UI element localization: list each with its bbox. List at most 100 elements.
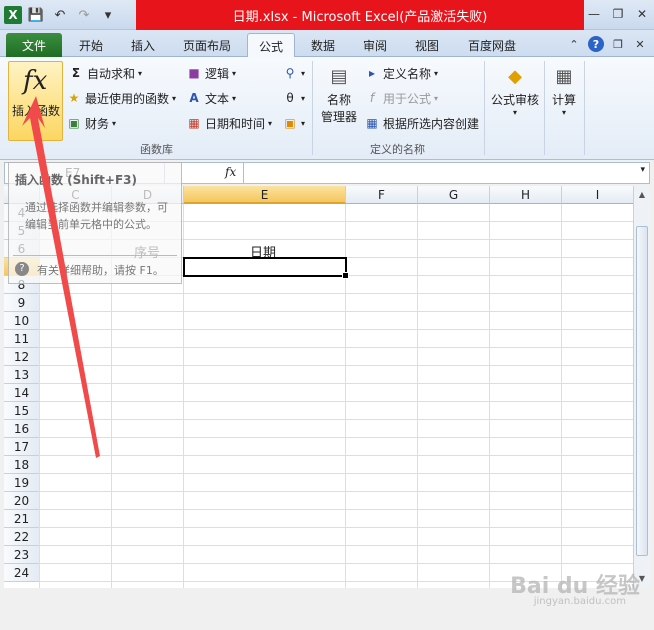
grid-row-line: [40, 437, 634, 438]
grid-row-line: [40, 509, 634, 510]
fx-icon: fx: [23, 66, 48, 96]
tab-data[interactable]: 数据: [300, 33, 346, 57]
calculation-button[interactable]: ▦ 计算 ▾: [548, 61, 580, 118]
row-header-20[interactable]: 20: [4, 492, 40, 510]
text-icon: A: [189, 91, 199, 105]
row-header-24[interactable]: 24: [4, 564, 40, 582]
logical-label: 逻辑: [205, 66, 230, 81]
row-header-9[interactable]: 9: [4, 294, 40, 312]
more-functions-button[interactable]: ▣ ▾: [282, 113, 305, 133]
grid-row-line: [40, 455, 634, 456]
expand-formula-icon[interactable]: ▾: [640, 165, 645, 175]
row-header-23[interactable]: 23: [4, 546, 40, 564]
insert-function-label: 插入函数: [12, 104, 61, 118]
row-header-19[interactable]: 19: [4, 474, 40, 492]
row-header-15[interactable]: 15: [4, 402, 40, 420]
text-button[interactable]: A 文本 ▾: [186, 88, 236, 108]
active-cell-e7[interactable]: [183, 257, 349, 279]
tag-icon: ▸: [368, 66, 376, 80]
logical-icon: ■: [188, 66, 200, 80]
ribbon-tabs: 文件 开始 插入 页面布局 公式 数据 审阅 视图 百度网盘 ⌃ ? ❐ ✕: [0, 30, 654, 58]
defined-names-group-label: 定义的名称: [370, 143, 425, 156]
create-from-selection-button[interactable]: ▦ 根据所选内容创建: [364, 113, 479, 133]
window-controls: — ❐ ✕: [586, 6, 650, 22]
close-workbook-icon[interactable]: ✕: [632, 36, 648, 52]
quick-access-toolbar: X 💾 ↶ ↷ ▾: [4, 5, 118, 25]
autosum-button[interactable]: Σ 自动求和 ▾: [68, 63, 142, 83]
tab-view[interactable]: 视图: [404, 33, 450, 57]
tab-formulas[interactable]: 公式: [247, 33, 295, 58]
row-header-17[interactable]: 17: [4, 438, 40, 456]
excel-logo-icon[interactable]: X: [4, 6, 22, 24]
grid-row-line: [40, 365, 634, 366]
column-header-f[interactable]: F: [346, 186, 418, 204]
group-separator: [584, 61, 585, 155]
grid-row-line: [40, 527, 634, 528]
row-header-10[interactable]: 10: [4, 312, 40, 330]
date-time-label: 日期和时间: [205, 116, 266, 131]
tab-home[interactable]: 开始: [66, 33, 116, 57]
logical-button[interactable]: ■ 逻辑 ▾: [186, 63, 236, 83]
row-header-13[interactable]: 13: [4, 366, 40, 384]
vertical-scrollbar[interactable]: ▲ ▼: [633, 186, 650, 588]
ribbon-controls: ⌃ ? ❐ ✕: [566, 36, 648, 52]
grid-row-line: [40, 545, 634, 546]
define-name-button[interactable]: ▸ 定义名称 ▾: [364, 63, 438, 83]
column-header-g[interactable]: G: [418, 186, 490, 204]
redo-icon[interactable]: ↷: [74, 5, 94, 25]
minimize-icon[interactable]: —: [586, 6, 602, 22]
tab-baidu-netdisk[interactable]: 百度网盘: [456, 33, 528, 57]
grid-row-line: [40, 491, 634, 492]
grid-row-line: [40, 293, 634, 294]
row-header-18[interactable]: 18: [4, 456, 40, 474]
column-header-e[interactable]: E: [184, 186, 346, 204]
scroll-up-icon[interactable]: ▲: [636, 188, 648, 202]
formula-auditing-button[interactable]: ◆ 公式审核 ▾: [488, 61, 542, 118]
restore-workbook-icon[interactable]: ❐: [610, 36, 626, 52]
math-trig-button[interactable]: θ ▾: [282, 88, 305, 108]
star-icon: ★: [68, 91, 80, 105]
grid-row-line: [40, 401, 634, 402]
theta-icon: θ: [286, 91, 294, 105]
customize-qat-icon[interactable]: ▾: [98, 5, 118, 25]
row-header-12[interactable]: 12: [4, 348, 40, 366]
ribbon-panel: fx 插入函数 Σ 自动求和 ▾ ★ 最近使用的函数 ▾ ▣ 财务 ▾ ■ 逻辑 ▾ A…: [0, 57, 654, 160]
tab-page-layout[interactable]: 页面布局: [172, 33, 242, 57]
row-header-14[interactable]: 14: [4, 384, 40, 402]
save-icon[interactable]: 💾: [26, 5, 46, 25]
row-header-22[interactable]: 22: [4, 528, 40, 546]
financial-label: 财务: [85, 116, 110, 131]
use-in-formula-button[interactable]: f 用于公式 ▾: [364, 88, 438, 108]
collapse-ribbon-icon[interactable]: ⌃: [566, 36, 582, 52]
use-in-formula-icon: f: [369, 91, 375, 105]
scroll-thumb[interactable]: [636, 226, 648, 556]
calendar-icon: ▦: [188, 116, 200, 130]
tab-insert[interactable]: 插入: [120, 33, 166, 57]
row-header-11[interactable]: 11: [4, 330, 40, 348]
restore-icon[interactable]: ❐: [610, 6, 626, 22]
row-header-21[interactable]: 21: [4, 510, 40, 528]
grid-row-line: [40, 473, 634, 474]
insert-function-button[interactable]: fx 插入函数: [8, 61, 63, 141]
recently-used-button[interactable]: ★ 最近使用的函数 ▾: [66, 88, 176, 108]
tab-file[interactable]: 文件: [6, 33, 62, 57]
insert-function-fx-icon[interactable]: fx: [225, 165, 236, 179]
undo-icon[interactable]: ↶: [50, 5, 70, 25]
name-manager-button[interactable]: ▤ 名称 管理器: [318, 61, 360, 125]
coins-icon: ▣: [68, 116, 80, 130]
column-header-i[interactable]: I: [562, 186, 634, 204]
sigma-icon: Σ: [71, 66, 81, 80]
help-icon[interactable]: ?: [588, 36, 604, 52]
group-separator: [484, 61, 485, 155]
tab-review[interactable]: 审阅: [352, 33, 398, 57]
financial-button[interactable]: ▣ 财务 ▾: [66, 113, 116, 133]
name-manager-icon: ▤: [330, 65, 348, 87]
name-manager-label-2: 管理器: [320, 110, 357, 124]
tooltip-separator: [13, 255, 177, 256]
date-time-button[interactable]: ▦ 日期和时间 ▾: [186, 113, 272, 133]
close-icon[interactable]: ✕: [634, 6, 650, 22]
lookup-reference-button[interactable]: ⚲ ▾: [282, 63, 305, 83]
row-header-16[interactable]: 16: [4, 420, 40, 438]
formula-auditing-icon: ◆: [508, 65, 522, 87]
column-header-h[interactable]: H: [490, 186, 562, 204]
